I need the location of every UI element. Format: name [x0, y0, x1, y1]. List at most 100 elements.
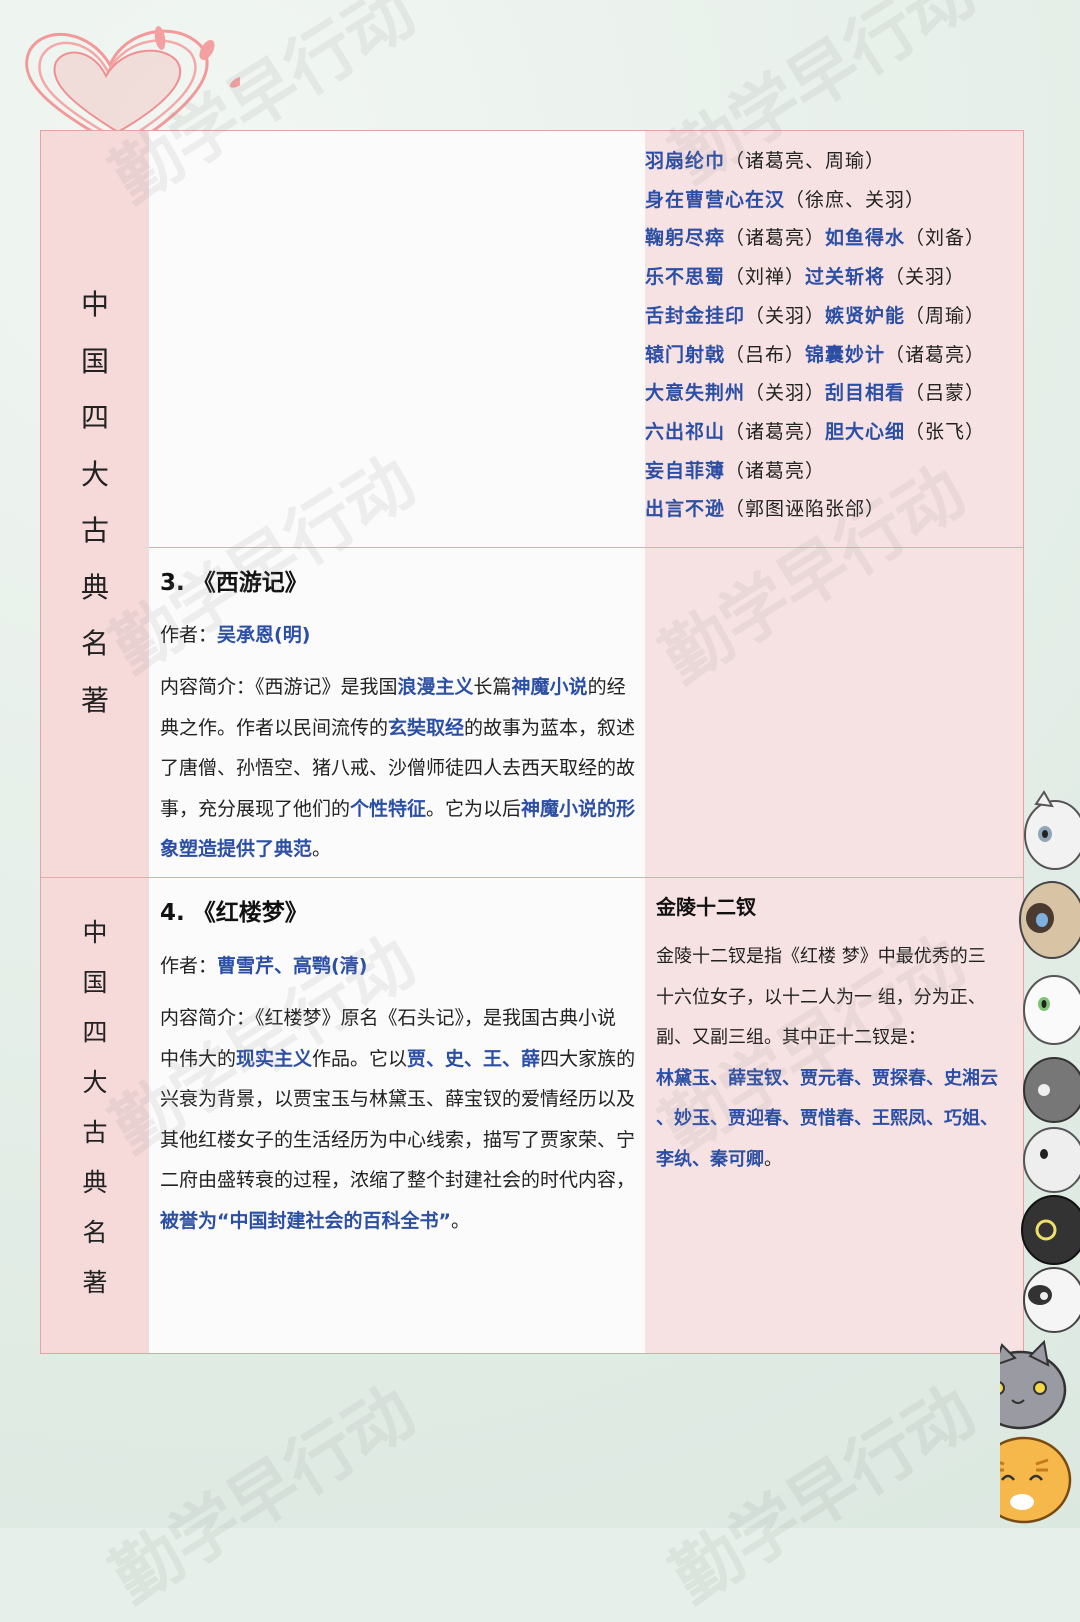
jinling-text: 十六位女子，以十二人为一 组，分为正、	[656, 986, 986, 1008]
author-label: 作者：	[160, 624, 218, 646]
idiom-highlight: 嫉贤妒能	[825, 304, 906, 327]
idiom-text: （刘禅）	[725, 266, 806, 289]
xiyouji-line: 典之作。作者以民间流传的玄奘取经的故事为蓝本，叙述	[160, 708, 635, 749]
idiom-highlight: 锦囊妙计	[805, 343, 886, 366]
xiyouji-text: 。它为以后	[426, 797, 522, 820]
idiom-text: （吕布）	[725, 343, 806, 366]
side-title-char: 国	[80, 344, 109, 378]
xiyouji-highlight: 神魔小说	[511, 676, 588, 698]
hongloumeng-text: 四大家族的	[540, 1047, 636, 1070]
idiom-highlight: 鞠躬尽瘁	[645, 227, 726, 250]
jinling-intro: 金陵十二钗是指《红楼 梦》中最优秀的三 十六位女子，以十二人为一 组，分为正、 副、…	[656, 937, 998, 1180]
idiom-highlight: 出言不逊	[645, 498, 726, 521]
idiom-text: （诸葛亮）	[725, 227, 826, 250]
jinling-title: 金陵十二钗	[656, 895, 756, 919]
xiyouji-text: 的故事为蓝本，叙述	[464, 716, 636, 739]
author-name: 曹雪芹、高鹗(清)	[217, 955, 368, 977]
xiyouji-text: 内容简介：《西游记》是我国	[160, 676, 398, 698]
side-title-char: 大	[82, 1068, 108, 1097]
idiom-highlight: 刮目相看	[825, 382, 906, 405]
side-title-char: 国	[82, 968, 108, 997]
xiyouji-line: 事，充分展现了他们的个性特征。它为以后神魔小说的形	[160, 789, 635, 830]
side-title-char: 名	[82, 1218, 108, 1247]
idiom-highlight: 如鱼得水	[825, 227, 906, 250]
idiom-text: （徐庶、关羽）	[785, 188, 926, 211]
side-title-char: 大	[80, 457, 109, 491]
side-title-char: 中	[80, 288, 109, 321]
jinling-line: 十六位女子，以十二人为一 组，分为正、	[656, 978, 998, 1019]
idiom-highlight: 妄自菲薄	[645, 459, 726, 482]
xiyouji-highlight: 浪漫主义	[397, 676, 474, 698]
xiyouji-line: 内容简介：《西游记》是我国浪漫主义长篇神魔小说的经	[160, 667, 635, 708]
side-title-char: 四	[80, 401, 109, 434]
xiyouji-text: 。	[312, 838, 332, 860]
jinling-line: 李纨、秦可卿。	[656, 1140, 998, 1181]
side-title-char: 古	[80, 514, 109, 547]
hongloumeng-text: 中伟大的	[160, 1047, 237, 1070]
idiom-highlight: 过关斩将	[805, 266, 886, 289]
xiyouji-line: 象塑造提供了典范。	[160, 829, 635, 870]
hongloumeng-highlight: 现实主义	[236, 1047, 313, 1070]
idiom-text: （关羽）	[885, 266, 966, 289]
idiom-line: 羽扇纶巾（诸葛亮、周瑜）	[645, 146, 885, 173]
divider	[41, 877, 1023, 878]
idiom-line: 身在曹营心在汉（徐庶、关羽）	[645, 185, 925, 212]
hongloumeng-text: 其他红楼女子的生活经历为中心线索，描写了贾家荣、宁	[160, 1128, 636, 1151]
blank-cell	[149, 131, 645, 547]
idiom-text: （诸葛亮）	[725, 420, 826, 443]
jinling-text: 副、又副三组。其中正十二钗是：	[656, 1027, 926, 1048]
side-title-char: 名	[80, 627, 109, 660]
side-title-char: 典	[80, 570, 109, 604]
hongloumeng-line: 其他红楼女子的生活经历为中心线索，描写了贾家荣、宁	[160, 1120, 635, 1161]
author-name: 吴承恩(明)	[217, 624, 311, 646]
idiom-text: （诸葛亮、周瑜）	[725, 150, 886, 172]
idiom-line: 乐不思蜀（刘禅）过关斩将（关羽）	[645, 262, 965, 289]
xiyouji-highlight: 神魔小说的形	[521, 797, 636, 820]
jinling-text: 金陵十二钗是指《红楼 梦》中最优秀的三	[656, 946, 986, 967]
jinling-highlight: 李纨、秦可卿	[656, 1148, 764, 1170]
hongloumeng-text: 兴衰为背景，以贾宝玉与林黛玉、薛宝钗的爱情经历以及	[160, 1088, 636, 1110]
idiom-text: （刘备）	[905, 227, 986, 250]
idiom-highlight: 辕门射戟	[645, 343, 726, 366]
xiyouji-text: 典之作。作者以民间流传的	[160, 716, 389, 739]
hongloumeng-author: 作者：曹雪芹、高鹗(清)	[160, 946, 367, 987]
idiom-text: （关羽）	[745, 382, 826, 405]
idiom-text: （张飞）	[905, 420, 986, 443]
divider	[149, 547, 1023, 548]
idiom-text: （诸葛亮）	[725, 459, 826, 482]
hongloumeng-line: 内容简介：《红楼梦》原名《石头记》，是我国古典小说	[160, 998, 635, 1039]
side-title-char: 中	[82, 918, 108, 947]
hongloumeng-highlight: 贾、史、王、薛	[407, 1047, 541, 1070]
content-table: 中 国 四 大 古 典 名 著 中 国 四 大 古 典 名 著 羽扇纶巾（诸葛亮…	[40, 130, 1024, 1354]
idiom-line: 鞠躬尽瘁（诸葛亮）如鱼得水（刘备）	[645, 223, 985, 250]
author-label: 作者：	[160, 955, 218, 977]
idiom-text: （吕蒙）	[905, 382, 986, 405]
xiyouji-title: 3. 《西游记》	[160, 570, 308, 596]
xiyouji-highlight: 象塑造提供了典范	[160, 838, 313, 860]
idiom-highlight: 身在曹营心在汉	[645, 188, 786, 211]
side-title-char: 四	[82, 1018, 108, 1047]
idiom-line: 舌封金挂印（关羽）嫉贤妒能（周瑜）	[645, 301, 985, 328]
jinling-line: 副、又副三组。其中正十二钗是：	[656, 1018, 998, 1059]
hongloumeng-highlight: 被誉为“中国封建社会的百科全书”	[160, 1209, 451, 1232]
hongloumeng-text: 作品。它以	[312, 1047, 408, 1070]
idiom-text: （周瑜）	[905, 304, 986, 327]
side-title-char: 典	[82, 1168, 108, 1197]
idiom-line: 大意失荆州（关羽）刮目相看（吕蒙）	[645, 378, 985, 405]
hongloumeng-line: 中伟大的现实主义作品。它以贾、史、王、薛四大家族的	[160, 1039, 635, 1080]
hongloumeng-line: 二府由盛转衰的过程，浓缩了整个封建社会的时代内容，	[160, 1160, 635, 1201]
jinling-line: 金陵十二钗是指《红楼 梦》中最优秀的三	[656, 937, 998, 978]
idiom-line: 妄自菲薄（诸葛亮）	[645, 456, 825, 483]
hongloumeng-text: 二府由盛转衰的过程，浓缩了整个封建社会的时代内容，	[160, 1169, 636, 1191]
side-title-char: 古	[82, 1118, 108, 1147]
xiyouji-intro: 内容简介：《西游记》是我国浪漫主义长篇神魔小说的经 典之作。作者以民间流传的玄奘取…	[160, 667, 635, 870]
xiyouji-highlight: 个性特征	[350, 797, 427, 820]
xiyouji-highlight: 玄奘取经	[388, 716, 465, 739]
side-title-upper: 中 国 四 大 古 典 名 著	[41, 283, 149, 735]
jinling-line: 林黛玉、薛宝钗、贾元春、贾探春、史湘云	[656, 1059, 998, 1100]
idiom-highlight: 六出祁山	[645, 420, 726, 443]
hongloumeng-title: 4. 《红楼梦》	[160, 900, 308, 926]
jinling-text: 。	[764, 1148, 782, 1170]
jinling-highlight: 、妙玉、贾迎春、贾惜春、王熙凤、巧姐、	[656, 1108, 998, 1129]
idiom-line: 六出祁山（诸葛亮）胆大心细（张飞）	[645, 417, 985, 444]
